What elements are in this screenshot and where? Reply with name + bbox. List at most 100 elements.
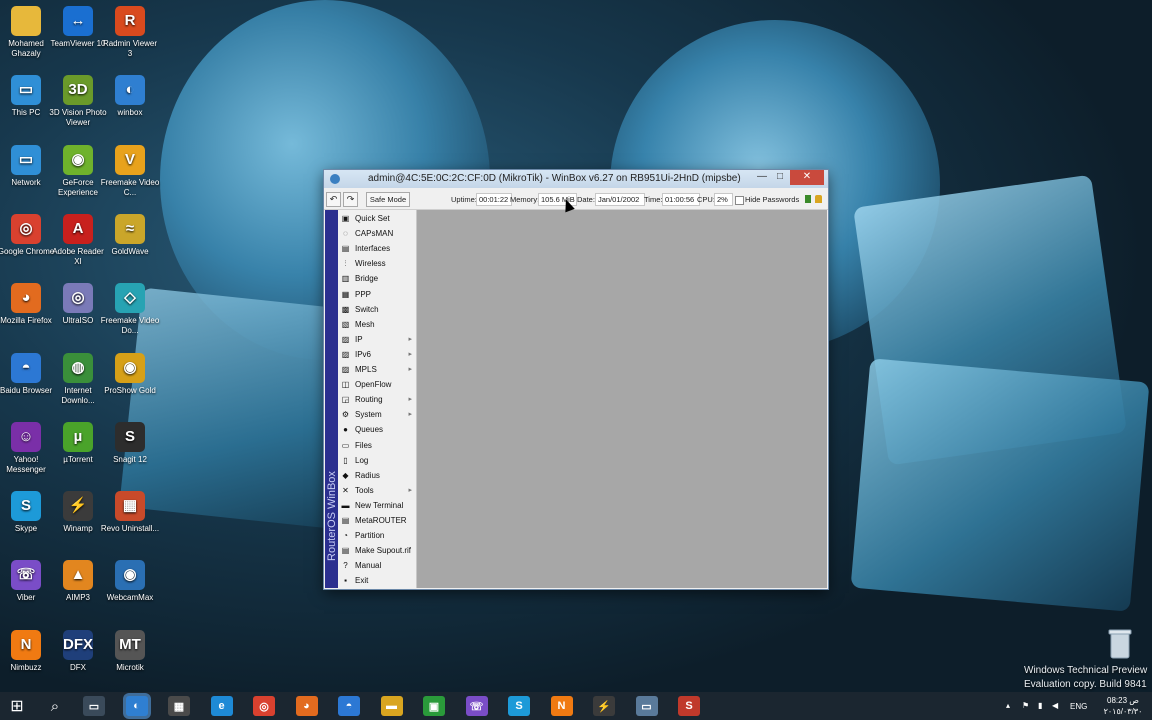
- menu-item-switch[interactable]: ▩ Switch: [338, 302, 416, 317]
- menu-item-make-supout-rif[interactable]: ▤ Make Supout.rif: [338, 543, 416, 558]
- desktop-icon-label: TeamViewer 10: [50, 39, 106, 48]
- menu-item-new-terminal[interactable]: ▬ New Terminal: [338, 498, 416, 513]
- desktop-icon[interactable]: 3D 3D Vision Photo Viewer: [48, 75, 108, 128]
- clock-time[interactable]: 08:23 ص: [1098, 696, 1148, 705]
- menu-item-ppp[interactable]: ▦ PPP: [338, 287, 416, 302]
- tray-network-icon[interactable]: ▮: [1038, 701, 1042, 710]
- desktop-icon[interactable]: S Snagit 12: [100, 421, 160, 465]
- redo-button[interactable]: ↷: [343, 192, 358, 207]
- clock-date[interactable]: ٢٠١٥/٠٣/٣٠: [1098, 707, 1148, 716]
- taskbar-firefox-icon[interactable]: ◕: [295, 696, 318, 716]
- winbox-window[interactable]: admin@4C:5E:0C:2C:CF:0D (MikroTik) - Win…: [324, 170, 828, 589]
- desktop-icon[interactable]: DFX DFX: [48, 629, 108, 673]
- menu-item-capsman[interactable]: ◌ CAPsMAN: [338, 226, 416, 241]
- search-button[interactable]: ⌕: [44, 696, 66, 716]
- tray-volume-icon[interactable]: ◀: [1052, 701, 1058, 710]
- menu-item-wireless[interactable]: ⫶ Wireless: [338, 256, 416, 271]
- menu-item-radius[interactable]: ◆ Radius: [338, 468, 416, 483]
- taskbar-winbox-icon[interactable]: ◐: [125, 696, 148, 716]
- 3d-vision-icon: 3D: [63, 75, 93, 106]
- language-indicator[interactable]: ENG: [1070, 702, 1087, 711]
- menu-item-manual[interactable]: ? Manual: [338, 558, 416, 573]
- ppp-icon: ▦: [341, 289, 350, 299]
- menu-item-system[interactable]: ⚙ System ▸: [338, 407, 416, 422]
- recycle-bin-icon[interactable]: [1106, 628, 1134, 660]
- menu-item-partition[interactable]: ◔ Partition: [338, 528, 416, 543]
- safe-mode-button[interactable]: Safe Mode: [366, 192, 410, 207]
- desktop-icon[interactable]: ◉ GeForce Experience: [48, 144, 108, 198]
- menu-item-ipv6[interactable]: ▨ IPv6 ▸: [338, 347, 416, 362]
- snagit-icon: S: [115, 421, 145, 452]
- menu-item-exit[interactable]: ▪ Exit: [338, 573, 416, 588]
- log-icon: ▯: [343, 455, 348, 465]
- desktop-icon[interactable]: ⚡ Winamp: [48, 491, 108, 534]
- goldwave-icon: ≈: [115, 213, 145, 244]
- desktop-icon[interactable]: ↔ TeamViewer 10: [48, 6, 108, 49]
- taskbar-store-icon[interactable]: ▣: [423, 696, 445, 716]
- desktop-icon-label: Radmin Viewer 3: [102, 39, 158, 58]
- hide-passwords-checkbox[interactable]: [735, 196, 744, 205]
- tray-flag-icon[interactable]: ⚑: [1022, 701, 1029, 710]
- desktop-icon[interactable]: ◐ winbox: [100, 75, 160, 118]
- close-button[interactable]: ✕: [790, 170, 824, 185]
- menu-item-queues[interactable]: ● Queues: [338, 422, 416, 437]
- desktop-icon-label: Snagit 12: [113, 454, 147, 464]
- taskbar-file-explorer-icon[interactable]: ▬: [380, 696, 403, 716]
- desktop-icon[interactable]: ▲ AIMP3: [48, 560, 108, 603]
- watermark-line-1: Windows Technical Preview: [1024, 665, 1148, 676]
- menu-item-mpls[interactable]: ▨ MPLS ▸: [338, 362, 416, 377]
- desktop-icon[interactable]: ◎ UltraISO: [48, 283, 108, 326]
- menu-item-label: New Terminal: [355, 500, 404, 510]
- menu-item-openflow[interactable]: ◫ OpenFlow: [338, 377, 416, 392]
- network-icon: ▭: [11, 144, 41, 175]
- menu-item-routing[interactable]: ◲ Routing ▸: [338, 392, 416, 407]
- window-title: admin@4C:5E:0C:2C:CF:0D (MikroTik) - Win…: [368, 173, 741, 184]
- menu-item-bridge[interactable]: ▥ Bridge: [338, 271, 416, 286]
- undo-button[interactable]: ↶: [326, 192, 341, 207]
- taskbar-baidu-browser-icon[interactable]: ◓: [338, 696, 360, 716]
- desktop-icon[interactable]: ≈ GoldWave: [100, 213, 160, 257]
- yahoo-messenger-icon: ☺: [11, 421, 41, 452]
- desktop-icon[interactable]: ◇ Freemake Video Do...: [100, 283, 160, 336]
- taskbar-remote-desktop-icon[interactable]: ▭: [635, 696, 658, 716]
- desktop-icon[interactable]: ▦ Revo Uninstall...: [100, 491, 160, 534]
- menu-item-label: IP: [355, 334, 363, 344]
- desktop-icon[interactable]: MT Microtik: [100, 629, 160, 673]
- desktop-icon[interactable]: ◍ Internet Downlo...: [48, 352, 108, 406]
- menu-item-interfaces[interactable]: ▤ Interfaces: [338, 241, 416, 256]
- winbox-main-menu: ▣ Quick Set ◌ CAPsMAN ▤ Interfaces ⫶ Wireless ▥ B…: [338, 210, 417, 588]
- menu-item-tools[interactable]: ✕ Tools ▸: [338, 483, 416, 498]
- window-titlebar[interactable]: admin@4C:5E:0C:2C:CF:0D (MikroTik) - Win…: [324, 170, 828, 188]
- desktop-icon[interactable]: ◉ ProShow Gold: [100, 352, 160, 396]
- hide-passwords-label[interactable]: Hide Passwords: [745, 195, 799, 204]
- routing-icon: ◲: [341, 395, 350, 405]
- wallpaper-ice-bottom-right: [850, 358, 1150, 612]
- menu-item-ip[interactable]: ▨ IP ▸: [338, 332, 416, 347]
- menu-item-metarouter[interactable]: ▤ MetaROUTER: [338, 513, 416, 528]
- menu-item-mesh[interactable]: ▧ Mesh: [338, 317, 416, 332]
- taskbar-network-tool-icon[interactable]: ▦: [168, 696, 190, 716]
- desktop-icon[interactable]: V Freemake Video C...: [100, 144, 160, 198]
- freemake-video-icon: V: [115, 144, 145, 175]
- taskbar-nimbuzz-icon[interactable]: N: [550, 696, 573, 716]
- taskbar-internet-explorer-icon[interactable]: e: [210, 696, 233, 716]
- menu-item-files[interactable]: ▭ Files: [338, 438, 416, 453]
- maximize-button[interactable]: □: [768, 170, 792, 185]
- winbox-workspace[interactable]: [417, 210, 827, 588]
- taskbar-viber-icon[interactable]: ☏: [465, 696, 488, 716]
- taskbar-task-view-icon[interactable]: ▭: [83, 696, 105, 716]
- manual-icon: ?: [343, 561, 348, 571]
- desktop-icon[interactable]: A Adobe Reader XI: [48, 213, 108, 267]
- menu-item-quick-set[interactable]: ▣ Quick Set: [338, 211, 416, 226]
- taskbar-chrome-icon[interactable]: ◎: [253, 696, 275, 716]
- desktop-icon[interactable]: µ µTorrent: [48, 421, 108, 465]
- taskbar-skype-icon[interactable]: S: [508, 696, 530, 716]
- start-button[interactable]: ⊞: [6, 696, 28, 716]
- taskbar-winamp-icon[interactable]: ⚡: [593, 696, 615, 716]
- desktop-icon[interactable]: R Radmin Viewer 3: [100, 6, 160, 59]
- desktop-icon[interactable]: ◉ WebcamMax: [100, 560, 160, 603]
- menu-item-log[interactable]: ▯ Log: [338, 453, 416, 468]
- taskbar-snagit-icon[interactable]: S: [678, 696, 700, 716]
- submenu-arrow-icon: ▸: [408, 366, 412, 373]
- tray-arrow-icon[interactable]: ▴: [1006, 701, 1010, 710]
